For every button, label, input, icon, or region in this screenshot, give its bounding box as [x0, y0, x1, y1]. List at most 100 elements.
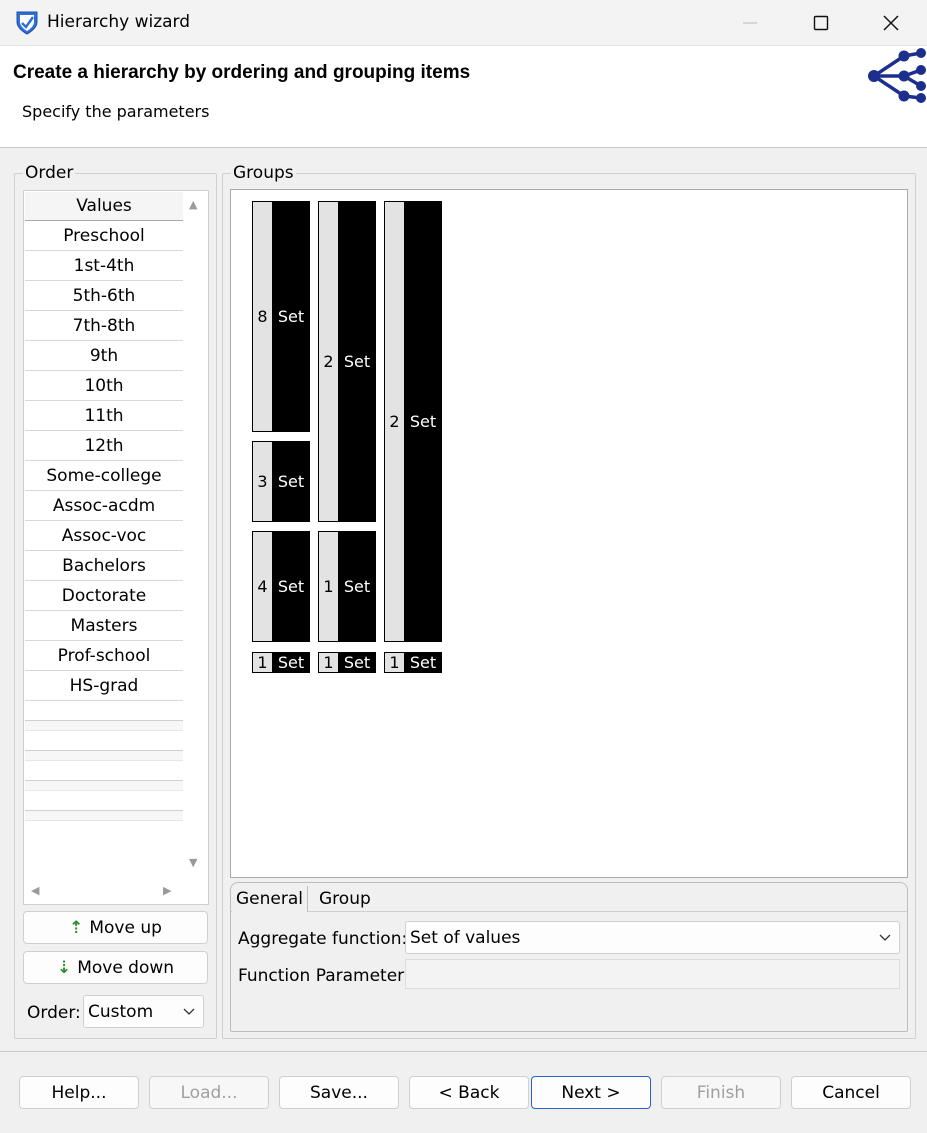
chevron-down-icon [183, 1008, 195, 1015]
empty-row [25, 781, 183, 791]
group-set-label: Set [273, 653, 309, 672]
order-select-value: Custom [88, 1001, 154, 1022]
group-count: 3 [253, 442, 273, 521]
tab-group[interactable]: Group [315, 886, 375, 912]
cancel-button[interactable]: Cancel [791, 1076, 911, 1109]
minimize-button[interactable] [715, 0, 785, 46]
horizontal-scrollbar[interactable]: ◀ ▶ [25, 879, 207, 903]
move-down-button[interactable]: ⇣ Move down [23, 951, 208, 984]
wizard-header: Create a hierarchy by ordering and group… [0, 46, 927, 148]
aggregate-function-value: Set of values [410, 927, 521, 948]
group-block[interactable]: 4 Set [252, 531, 310, 642]
groups-canvas[interactable]: 8 Set 3 Set 4 Set 1 Set 2 Set 1 Set 1 Se… [230, 189, 908, 878]
group-block[interactable]: 1 Set [318, 531, 376, 642]
list-item[interactable]: 1st-4th [25, 251, 183, 281]
arrow-down-icon: ⇣ [56, 957, 72, 978]
move-up-button[interactable]: ⇡ Move up [23, 911, 208, 944]
tab-general[interactable]: General [232, 886, 308, 912]
move-up-label: Move up [89, 917, 162, 938]
page-subtitle: Specify the parameters [22, 102, 210, 121]
list-item[interactable]: 5th-6th [25, 281, 183, 311]
groups-group-label: Groups [231, 163, 296, 183]
list-item[interactable]: Bachelors [25, 551, 183, 581]
list-item[interactable]: 11th [25, 401, 183, 431]
scroll-right-arrow-icon[interactable]: ▶ [163, 884, 171, 897]
aggregate-function-select[interactable]: Set of values [405, 921, 900, 954]
help-button[interactable]: Help... [19, 1076, 139, 1109]
list-item[interactable]: Doctorate [25, 581, 183, 611]
minimize-icon [743, 22, 757, 24]
group-block[interactable]: 2 Set [384, 201, 442, 642]
group-block[interactable]: 8 Set [252, 201, 310, 432]
group-set-label: Set [273, 442, 309, 521]
group-block[interactable]: 1 Set [384, 652, 442, 673]
vertical-scrollbar[interactable]: ▲ ▼ [184, 192, 208, 872]
group-block[interactable]: 3 Set [252, 441, 310, 522]
list-item[interactable]: 12th [25, 431, 183, 461]
list-item[interactable]: Masters [25, 611, 183, 641]
group-count: 2 [385, 202, 405, 641]
group-count: 4 [253, 532, 273, 641]
finish-button[interactable]: Finish [661, 1076, 781, 1109]
group-count: 1 [319, 532, 339, 641]
save-button[interactable]: Save... [279, 1076, 399, 1109]
group-count: 1 [253, 653, 273, 672]
list-item[interactable]: HS-grad [25, 671, 183, 701]
empty-row [25, 731, 183, 751]
move-down-label: Move down [77, 957, 175, 978]
list-item[interactable]: Assoc-voc [25, 521, 183, 551]
title-bar: Hierarchy wizard [0, 0, 927, 46]
list-item[interactable]: Prof-school [25, 641, 183, 671]
app-shield-icon [16, 11, 38, 35]
maximize-button[interactable] [786, 0, 856, 46]
group-block[interactable]: 1 Set [318, 652, 376, 673]
empty-row [25, 791, 183, 811]
values-column: Values Preschool 1st-4th 5th-6th 7th-8th… [25, 192, 183, 821]
list-item[interactable]: 10th [25, 371, 183, 401]
scroll-left-arrow-icon[interactable]: ◀ [31, 884, 39, 897]
function-parameter-field[interactable] [405, 959, 900, 989]
next-button[interactable]: Next > [531, 1076, 651, 1109]
group-set-label: Set [339, 653, 375, 672]
group-count: 8 [253, 202, 273, 431]
list-item[interactable]: Preschool [25, 221, 183, 251]
group-set-label: Set [405, 653, 441, 672]
list-item[interactable]: 9th [25, 341, 183, 371]
values-column-header[interactable]: Values [25, 192, 183, 221]
empty-row [25, 721, 183, 731]
group-block[interactable]: 2 Set [318, 201, 376, 522]
list-item[interactable]: Some-college [25, 461, 183, 491]
group-block[interactable]: 1 Set [252, 652, 310, 673]
group-set-label: Set [339, 532, 375, 641]
group-count: 1 [319, 653, 339, 672]
order-label: Order: [27, 1003, 81, 1023]
order-select[interactable]: Custom [83, 995, 204, 1028]
window-title: Hierarchy wizard [47, 12, 191, 32]
group-set-label: Set [273, 532, 309, 641]
properties-tab-panel: General Group Aggregate function: Set of… [230, 882, 908, 1032]
group-count: 2 [319, 202, 339, 521]
function-parameter-label: Function Parameter: [238, 966, 410, 986]
order-group-label: Order [23, 163, 76, 183]
group-set-label: Set [405, 202, 441, 641]
close-icon [883, 15, 899, 31]
group-set-label: Set [273, 202, 309, 431]
group-set-label: Set [339, 202, 375, 521]
back-button[interactable]: < Back [409, 1076, 529, 1109]
arrow-up-icon: ⇡ [69, 917, 84, 938]
scroll-up-arrow-icon[interactable]: ▲ [189, 198, 197, 211]
load-button[interactable]: Load... [149, 1076, 269, 1109]
footer-divider [0, 1051, 927, 1052]
aggregate-function-label: Aggregate function: [238, 929, 408, 949]
hierarchy-tree-icon [868, 48, 926, 103]
list-item[interactable]: Assoc-acdm [25, 491, 183, 521]
group-count: 1 [385, 653, 405, 672]
list-item[interactable]: 7th-8th [25, 311, 183, 341]
close-button[interactable] [856, 0, 926, 46]
scroll-down-arrow-icon[interactable]: ▼ [189, 856, 197, 869]
empty-row [25, 701, 183, 721]
maximize-icon [813, 15, 829, 31]
order-values-list[interactable]: Values Preschool 1st-4th 5th-6th 7th-8th… [23, 190, 209, 905]
empty-row [25, 751, 183, 761]
empty-row [25, 761, 183, 781]
